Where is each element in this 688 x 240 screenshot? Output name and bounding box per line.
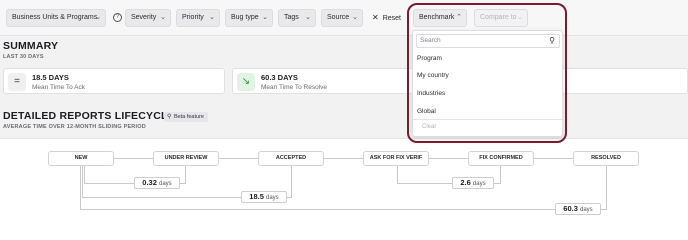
benchmark-filter[interactable]: Benchmark ⌃	[413, 9, 467, 27]
kpi-value: 18.5 DAYS	[32, 73, 69, 82]
compare-to-label: Compare to	[480, 14, 517, 21]
duration-value: 2.6	[460, 178, 471, 187]
chevron-down-icon: ⌄	[352, 14, 358, 21]
stage-connector	[114, 158, 153, 159]
summary-subtitle: LAST 30 DAYS	[3, 54, 44, 60]
benchmark-dropdown-menu: Search ⚲ Program My country Industries G…	[412, 30, 563, 137]
chevron-down-icon: ⌄	[517, 14, 523, 21]
reset-label: Reset	[382, 15, 401, 22]
equals-icon: =	[8, 73, 26, 91]
kpi-label: Mean Time To Resolve	[261, 84, 327, 91]
chevron-down-icon: ⌄	[160, 14, 166, 21]
close-icon: ✕	[372, 13, 379, 22]
priority-filter[interactable]: Priority ⌄	[176, 9, 220, 27]
duration-label: 2.6 days	[452, 177, 494, 189]
bug-type-filter[interactable]: Bug type ⌄	[225, 9, 273, 27]
duration-value: 0.32	[142, 178, 157, 187]
lifecycle-subtitle: AVERAGE TIME OVER 12-MONTH SLIDING PERIO…	[3, 124, 146, 130]
chevron-down-icon: ⌄	[209, 14, 215, 21]
duration-label: 0.32 days	[134, 177, 180, 189]
beta-badge: ⚲ Beta feature	[164, 112, 208, 122]
filter-bar: Business Units & Programs ⌄ ? Severity ⌄…	[0, 0, 688, 36]
dropdown-divider	[413, 119, 562, 120]
benchmark-option-my-country[interactable]: My country	[417, 72, 449, 79]
duration-label: 18.5 days	[241, 191, 287, 203]
bug-type-label: Bug type	[231, 14, 259, 21]
duration-value: 60.3	[563, 204, 578, 213]
bracket-line	[397, 166, 398, 183]
bracket-line	[185, 166, 186, 183]
stage-accepted: ACCEPTED	[258, 151, 324, 166]
lifecycle-title: DETAILED REPORTS LIFECYCLE	[3, 110, 175, 122]
duration-value: 18.5	[249, 192, 264, 201]
stage-ask-for-fix-verif: ASK FOR FIX VERIF	[363, 151, 429, 166]
chevron-down-icon: ⌄	[262, 14, 268, 21]
chevron-up-icon: ⌃	[456, 14, 462, 21]
business-units-label: Business Units & Programs	[12, 14, 98, 21]
reset-button[interactable]: ✕ Reset	[372, 13, 401, 23]
stage-connector	[534, 158, 573, 159]
duration-unit: days	[472, 181, 486, 187]
search-icon: ⚲	[549, 36, 555, 45]
help-icon[interactable]: ?	[113, 13, 122, 22]
severity-label: Severity	[131, 14, 157, 21]
benchmark-label: Benchmark	[419, 14, 455, 21]
compare-to-filter: Compare to ⌄	[474, 9, 528, 27]
kpi-value: 60.3 DAYS	[261, 73, 298, 82]
duration-unit: days	[159, 181, 172, 187]
kpi-label: Mean Time To Ack	[32, 84, 85, 91]
priority-label: Priority	[182, 14, 204, 21]
chevron-down-icon: ⌄	[95, 14, 101, 21]
flask-icon: ⚲	[167, 114, 172, 120]
benchmark-option-industries[interactable]: Industries	[417, 90, 445, 97]
arrow-down-right-icon: ↘	[237, 73, 255, 91]
duration-label: 60.3 days	[555, 203, 601, 215]
benchmark-option-global[interactable]: Global	[417, 108, 436, 115]
bracket-line	[82, 166, 83, 197]
benchmark-search-input[interactable]: Search ⚲	[416, 34, 560, 48]
source-label: Source	[327, 14, 350, 21]
kpi-card-ack: = 18.5 DAYS Mean Time To Ack	[3, 68, 225, 94]
search-placeholder: Search	[420, 37, 441, 44]
bracket-line	[291, 166, 292, 197]
bracket-line	[606, 166, 607, 209]
beta-label: Beta feature	[174, 114, 204, 120]
business-units-filter[interactable]: Business Units & Programs ⌄	[6, 9, 106, 27]
chevron-down-icon: ⌄	[305, 14, 311, 21]
stage-resolved: RESOLVED	[573, 151, 639, 166]
stage-under-review: UNDER REVIEW	[153, 151, 219, 166]
bracket-line	[80, 166, 81, 209]
tags-label: Tags	[284, 14, 299, 21]
bracket-line	[500, 166, 501, 183]
stage-connector	[324, 158, 363, 159]
stage-connector	[219, 158, 258, 159]
clear-button: Clear	[422, 124, 437, 130]
bracket-line	[80, 209, 607, 210]
benchmark-option-program[interactable]: Program	[417, 55, 442, 62]
duration-unit: days	[266, 195, 279, 201]
bracket-line	[84, 166, 85, 183]
duration-unit: days	[580, 207, 593, 213]
stage-fix-confirmed: FIX CONFIRMED	[468, 151, 534, 166]
stage-connector	[429, 158, 468, 159]
source-filter[interactable]: Source ⌄	[321, 9, 363, 27]
severity-filter[interactable]: Severity ⌄	[125, 9, 171, 27]
stage-new: NEW	[48, 151, 114, 166]
summary-title: SUMMARY	[3, 40, 59, 52]
tags-filter[interactable]: Tags ⌄	[278, 9, 316, 27]
